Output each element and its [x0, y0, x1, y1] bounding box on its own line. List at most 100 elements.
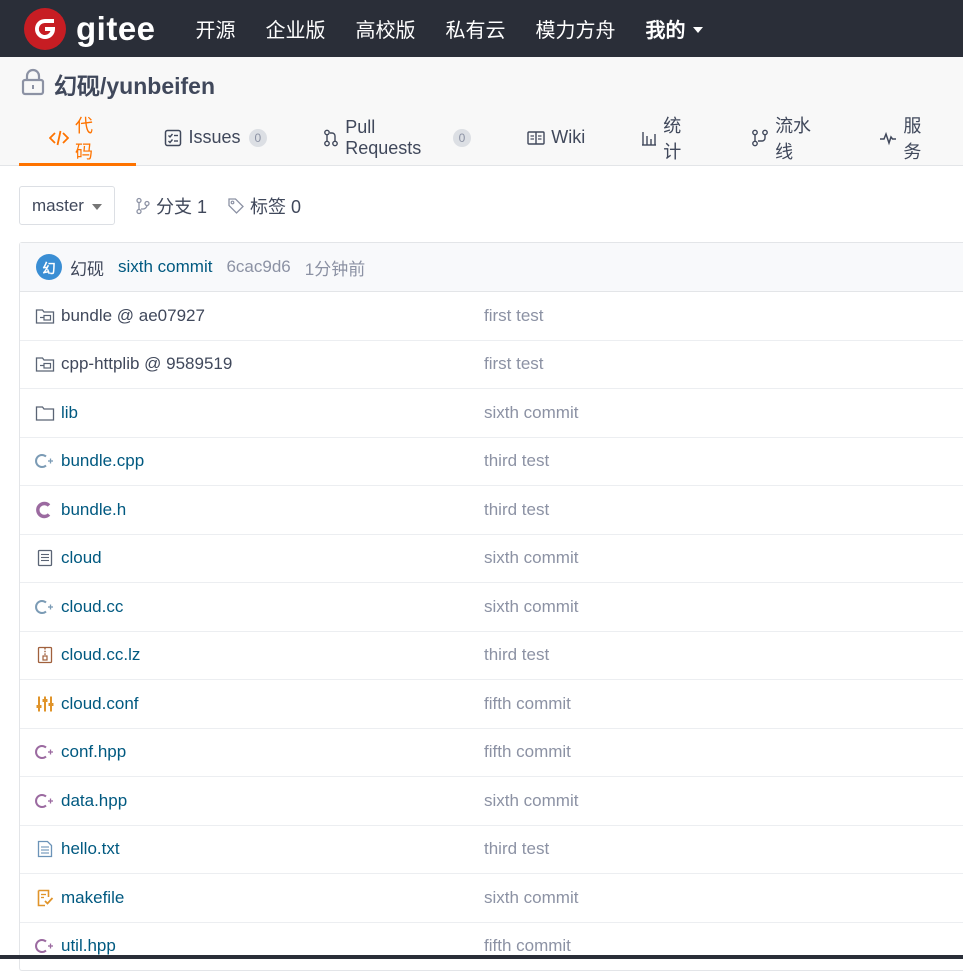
- file-row-lib[interactable]: lib sixth commit: [20, 389, 963, 438]
- file-name[interactable]: cloud.cc.lz: [61, 645, 140, 665]
- branches-count-label: 分支 1: [155, 196, 207, 217]
- pull-request-icon: [323, 129, 339, 147]
- latest-commit-row: 幻 幻砚 sixth commit 6cac9d6 1分钟前: [20, 243, 963, 292]
- file-name[interactable]: lib: [61, 403, 78, 423]
- c-header-file-icon: [35, 500, 55, 520]
- file-name[interactable]: util.hpp: [61, 936, 116, 956]
- tab-issues-label: Issues: [188, 127, 241, 147]
- file-last-commit[interactable]: sixth commit: [484, 548, 578, 568]
- tags-link[interactable]: 标签 0: [227, 193, 301, 219]
- tab-pull-requests-label: Pull Requests: [345, 116, 422, 158]
- chevron-down-icon: [91, 203, 102, 210]
- file-name[interactable]: bundle.cpp: [61, 451, 144, 471]
- file-last-commit[interactable]: sixth commit: [484, 888, 578, 908]
- file-last-commit[interactable]: third test: [484, 451, 549, 471]
- nav-item-education[interactable]: 高校版: [356, 14, 416, 43]
- file-name[interactable]: cloud.conf: [61, 694, 139, 714]
- pull-requests-count-badge: 0: [452, 128, 472, 147]
- repo-tabs: 代码 Issues 0 Pull Requests 0 Wiki 统计 流水线 …: [19, 112, 963, 166]
- commit-sha-link[interactable]: 6cac9d6: [226, 257, 290, 277]
- binary-file-icon: [35, 548, 55, 568]
- commit-message-link[interactable]: sixth commit: [118, 257, 212, 277]
- file-row-makefile[interactable]: makefile sixth commit: [20, 874, 963, 923]
- tab-pipeline-label: 流水线: [775, 115, 812, 162]
- file-name[interactable]: cpp-httplib @ 9589519: [61, 354, 232, 374]
- tab-code[interactable]: 代码: [19, 112, 137, 166]
- folder-icon: [35, 403, 55, 423]
- file-last-commit[interactable]: sixth commit: [484, 597, 578, 617]
- repo-name[interactable]: 幻砚/yunbeifen: [54, 67, 215, 101]
- file-row-util-hpp[interactable]: util.hpp fifth commit: [20, 923, 963, 971]
- file-last-commit[interactable]: sixth commit: [484, 403, 578, 423]
- file-last-commit[interactable]: third test: [484, 500, 549, 520]
- file-row-data-hpp[interactable]: data.hpp sixth commit: [20, 777, 963, 826]
- file-last-commit[interactable]: fifth commit: [484, 936, 571, 956]
- nav-item-moli[interactable]: 模力方舟: [536, 14, 616, 43]
- file-name[interactable]: bundle.h: [61, 500, 126, 520]
- code-icon: [49, 129, 69, 147]
- file-row-cloud-cc[interactable]: cloud.cc sixth commit: [20, 583, 963, 632]
- file-row-cpp-httplib-submodule[interactable]: cpp-httplib @ 9589519 first test: [20, 341, 963, 389]
- file-name[interactable]: conf.hpp: [61, 742, 126, 762]
- nav-item-opensource[interactable]: 开源: [196, 14, 236, 43]
- hpp-file-icon: [35, 791, 55, 811]
- tab-issues[interactable]: Issues 0: [136, 112, 295, 163]
- tab-service[interactable]: 服务: [851, 112, 963, 163]
- tab-pull-requests[interactable]: Pull Requests 0: [295, 112, 499, 163]
- branch-select-value: master: [32, 195, 84, 215]
- nav-item-enterprise[interactable]: 企业版: [266, 14, 326, 43]
- file-name[interactable]: makefile: [61, 888, 124, 908]
- file-name[interactable]: bundle @ ae07927: [61, 306, 205, 326]
- branch-select[interactable]: master: [19, 186, 115, 225]
- file-table: 幻 幻砚 sixth commit 6cac9d6 1分钟前 bundle @ …: [19, 242, 963, 971]
- tab-pipeline[interactable]: 流水线: [723, 112, 851, 163]
- text-file-icon: [35, 839, 55, 859]
- branch-bar: master 分支 1 标签 0: [19, 186, 301, 225]
- file-row-conf-hpp[interactable]: conf.hpp fifth commit: [20, 729, 963, 777]
- issues-icon: [164, 129, 182, 147]
- file-row-bundle-cpp[interactable]: bundle.cpp third test: [20, 438, 963, 486]
- file-last-commit[interactable]: fifth commit: [484, 742, 571, 762]
- window-bottom-edge: [0, 955, 963, 959]
- hpp-file-icon: [35, 936, 55, 956]
- config-file-icon: [35, 694, 55, 714]
- commit-author[interactable]: 幻砚: [70, 255, 104, 280]
- gitee-logo[interactable]: gitee: [24, 7, 156, 50]
- file-row-cloud[interactable]: cloud sixth commit: [20, 535, 963, 583]
- nav-item-private-cloud[interactable]: 私有云: [446, 14, 506, 43]
- chevron-down-icon: [692, 26, 703, 33]
- cpp-file-icon: [35, 597, 55, 617]
- file-name[interactable]: cloud: [61, 548, 102, 568]
- nav-item-mine-dropdown[interactable]: 我的: [646, 14, 703, 43]
- file-name[interactable]: hello.txt: [61, 839, 120, 859]
- tab-wiki-label: Wiki: [551, 127, 586, 147]
- file-name[interactable]: data.hpp: [61, 791, 127, 811]
- tab-stats[interactable]: 统计: [613, 112, 723, 163]
- file-last-commit[interactable]: third test: [484, 839, 549, 859]
- file-last-commit[interactable]: third test: [484, 645, 549, 665]
- file-last-commit[interactable]: first test: [484, 354, 544, 374]
- top-navbar: gitee 开源 企业版 高校版 私有云 模力方舟 我的: [0, 0, 963, 57]
- hpp-file-icon: [35, 742, 55, 762]
- file-last-commit[interactable]: sixth commit: [484, 791, 578, 811]
- file-row-hello-txt[interactable]: hello.txt third test: [20, 826, 963, 874]
- tab-wiki[interactable]: Wiki: [499, 112, 613, 163]
- file-row-bundle-submodule[interactable]: bundle @ ae07927 first test: [20, 292, 963, 341]
- main-nav: 开源 企业版 高校版 私有云 模力方舟 我的: [196, 14, 733, 43]
- file-row-cloud-cc-lz[interactable]: cloud.cc.lz third test: [20, 632, 963, 680]
- file-row-cloud-conf[interactable]: cloud.conf fifth commit: [20, 680, 963, 729]
- issues-count-badge: 0: [248, 128, 268, 147]
- logo-text: gitee: [76, 9, 156, 47]
- branches-link[interactable]: 分支 1: [135, 193, 207, 219]
- submodule-icon: [35, 354, 55, 374]
- avatar[interactable]: 幻: [36, 254, 62, 280]
- file-name[interactable]: cloud.cc: [61, 597, 123, 617]
- file-row-bundle-h[interactable]: bundle.h third test: [20, 486, 963, 535]
- file-last-commit[interactable]: first test: [484, 306, 544, 326]
- cpp-file-icon: [35, 451, 55, 471]
- repo-title-row: 幻砚/yunbeifen: [20, 67, 215, 101]
- tab-stats-label: 统计: [663, 115, 682, 162]
- repo-header: 幻砚/yunbeifen 代码 Issues 0 Pull Requests 0…: [0, 57, 963, 166]
- file-last-commit[interactable]: fifth commit: [484, 694, 571, 714]
- submodule-icon: [35, 306, 55, 326]
